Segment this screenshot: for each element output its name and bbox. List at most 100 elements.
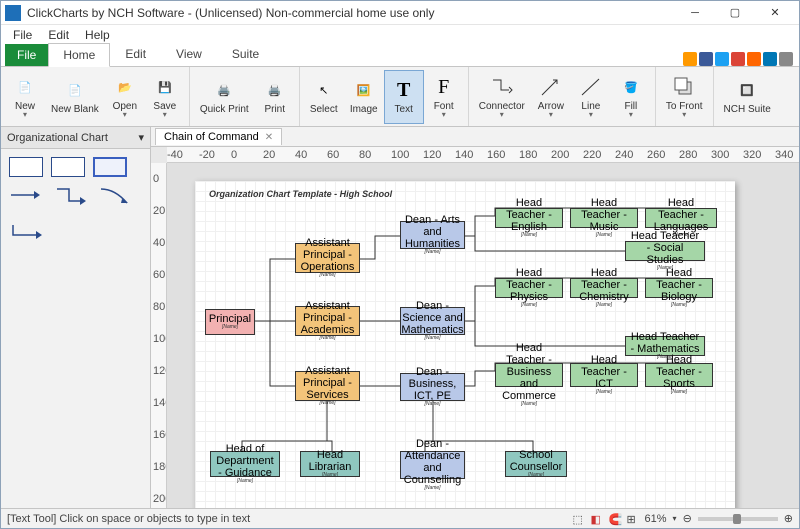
quick-print-button[interactable]: 🖨️Quick Print [194,70,255,124]
maximize-button[interactable]: ▢ [715,1,755,25]
open-button[interactable]: 📂Open▾ [105,70,145,124]
statusbar: [Text Tool] Click on space or objects to… [1,508,799,528]
node-ht-eng[interactable]: Head Teacher - English[Name] [495,208,563,228]
sb-icon-4[interactable]: ⊞ [627,513,639,525]
sb-icon-2[interactable]: ◧ [591,513,603,525]
node-ht-sport[interactable]: Head Teacher - Sports[Name] [645,363,713,387]
to-front-button[interactable]: To Front▾ [660,70,709,124]
zoom-label: 61% [645,513,667,525]
minimize-button[interactable]: ─ [675,1,715,25]
ruler-vertical: 020406080100120140160180200220 [151,163,167,508]
line-button[interactable]: Line▾ [571,70,611,124]
node-ht-mus[interactable]: Head Teacher - Music[Name] [570,208,638,228]
shape-rect-3[interactable] [93,157,127,177]
node-hod-guide[interactable]: Head of Department - Guidance[Name] [210,451,280,477]
node-dean-sci[interactable]: Dean - Science and Mathematics[Name] [400,307,465,335]
node-ht-bio[interactable]: Head Teacher - Biology[Name] [645,278,713,298]
menu-file[interactable]: File [5,28,40,42]
text-icon: T [392,78,416,102]
node-ht-math[interactable]: Head Teacher - Mathematics[Name] [625,336,705,356]
save-button[interactable]: 💾Save▾ [145,70,185,124]
ribbon-tabs: File Home Edit View Suite [1,45,799,67]
shape-elbow-1[interactable] [53,185,89,205]
node-ht-lang[interactable]: Head Teacher - Languages[Name] [645,208,717,228]
connector-button[interactable]: Connector▾ [473,70,531,124]
twitter-icon[interactable] [715,52,729,66]
shape-elbow-2[interactable] [9,221,45,241]
node-ht-soc[interactable]: Head Teacher - Social Studies[Name] [625,241,705,261]
rss-icon[interactable] [747,52,761,66]
chart-title: Organization Chart Template - High Schoo… [209,189,392,199]
node-ap-ops[interactable]: Assistant Principal - Operations[Name] [295,243,360,273]
sidebar-title: Organizational Chart [7,132,108,144]
node-ap-serv[interactable]: Assistant Principal - Services[Name] [295,371,360,401]
shape-palette [1,149,150,249]
print-icon: 🖨️ [263,78,287,102]
sb-icon-1[interactable]: ⬚ [573,513,585,525]
shape-rect-1[interactable] [9,157,43,177]
workarea: Organizational Chart ▾ Chain of Command … [1,127,799,508]
sidebar: Organizational Chart ▾ [1,127,151,508]
save-icon: 💾 [153,75,177,99]
font-button[interactable]: FFont▾ [424,70,464,124]
line-icon [579,75,603,99]
window-title: ClickCharts by NCH Software - (Unlicense… [27,6,675,20]
tab-home[interactable]: Home [48,43,110,67]
zoom-slider[interactable] [698,517,778,521]
node-librarian[interactable]: Head Librarian[Name] [300,451,360,477]
node-ap-acad[interactable]: Assistant Principal - Academics[Name] [295,306,360,336]
node-ht-chem[interactable]: Head Teacher - Chemistry[Name] [570,278,638,298]
node-ht-phys[interactable]: Head Teacher - Physics[Name] [495,278,563,298]
facebook-icon[interactable] [699,52,713,66]
google-icon[interactable] [731,52,745,66]
new-icon: 📄 [13,75,37,99]
close-tab-icon[interactable]: ✕ [265,132,273,143]
node-ht-ict[interactable]: Head Teacher - ICT[Name] [570,363,638,387]
share-icon[interactable] [779,52,793,66]
arrow-button[interactable]: Arrow▾ [531,70,571,124]
shape-rect-2[interactable] [51,157,85,177]
new-blank-button[interactable]: 📄New Blank [45,70,105,124]
image-button[interactable]: 🖼️Image [344,70,384,124]
nch-suite-button[interactable]: 🔲NCH Suite [718,70,777,124]
open-icon: 📂 [113,75,137,99]
zoom-out-button[interactable]: ⊖ [683,512,692,525]
node-dean-arts[interactable]: Dean - Arts and Humanities[Name] [400,221,465,249]
tab-view[interactable]: View [161,42,217,66]
fill-icon: 🪣 [619,75,643,99]
shape-curve-1[interactable] [97,185,133,205]
fill-button[interactable]: 🪣Fill▾ [611,70,651,124]
shape-arrow-1[interactable] [9,185,45,205]
zoom-dropdown-icon[interactable]: ▾ [673,514,677,523]
page[interactable]: Organization Chart Template - High Schoo… [195,181,735,508]
status-text: [Text Tool] Click on space or objects to… [7,513,250,525]
close-button[interactable]: ✕ [755,1,795,25]
canvas[interactable]: Organization Chart Template - High Schoo… [167,163,799,508]
app-icon [5,5,21,21]
tab-edit[interactable]: Edit [110,42,161,66]
doc-tab-chain[interactable]: Chain of Command ✕ [155,128,282,145]
image-icon: 🖼️ [352,78,376,102]
sb-icon-3[interactable]: 🧲 [609,513,621,525]
social-icons [683,52,799,66]
new-button[interactable]: 📄New▾ [5,70,45,124]
node-dean-bus[interactable]: Dean - Business, ICT, PE[Name] [400,373,465,401]
node-principal[interactable]: Principal[Name] [205,309,255,335]
node-counsellor[interactable]: School Counsellor[Name] [505,451,567,477]
menu-help[interactable]: Help [77,28,118,42]
main-area: Chain of Command ✕ -40-20020406080100120… [151,127,799,508]
ribbon: 📄New▾ 📄New Blank 📂Open▾ 💾Save▾ 🖨️Quick P… [1,67,799,127]
tab-suite[interactable]: Suite [217,42,274,66]
thumbs-icon[interactable] [683,52,697,66]
tab-file[interactable]: File [5,44,48,66]
node-ht-buscom[interactable]: Head Teacher - Business and Commerce[Nam… [495,363,563,387]
print-button[interactable]: 🖨️Print [255,70,295,124]
node-dean-att[interactable]: Dean - Attendance and Counselling[Name] [400,451,465,479]
arrow-icon [539,75,563,99]
zoom-in-button[interactable]: ⊕ [784,512,793,525]
select-button[interactable]: ↖Select [304,70,344,124]
menu-edit[interactable]: Edit [40,28,77,42]
sidebar-header[interactable]: Organizational Chart ▾ [1,127,150,149]
linkedin-icon[interactable] [763,52,777,66]
text-button[interactable]: TText [384,70,424,124]
